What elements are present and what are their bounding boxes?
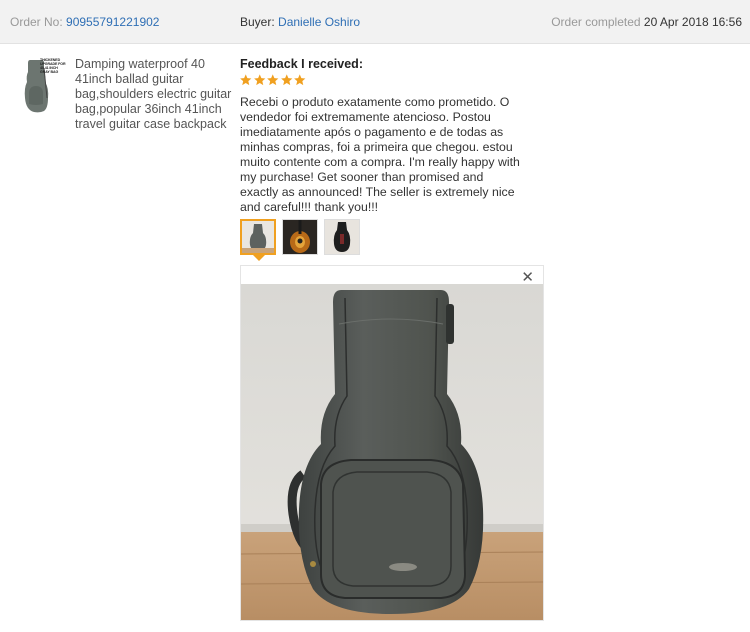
star-icon bbox=[240, 74, 252, 86]
order-number: Order No: 90955791221902 bbox=[10, 15, 159, 29]
buyer-label: Buyer: bbox=[240, 15, 275, 29]
selected-thumb-indicator bbox=[253, 255, 265, 261]
feedback-image-thumb-1[interactable] bbox=[240, 219, 276, 255]
product-title-link[interactable]: Damping waterproof 40 41inch ballad guit… bbox=[75, 57, 235, 132]
star-icon bbox=[294, 74, 306, 86]
product-thumbnail[interactable]: THICKENED UPGRADE FOR 40 41 INCH GRAY BA… bbox=[20, 58, 68, 114]
star-rating bbox=[239, 73, 307, 89]
completed-date: 20 Apr 2018 16:56 bbox=[643, 15, 742, 29]
star-icon bbox=[267, 74, 279, 86]
product-thumb-text: THICKENED UPGRADE FOR 40 41 INCH GRAY BA… bbox=[40, 58, 66, 74]
buyer-link[interactable]: Danielle Oshiro bbox=[278, 15, 360, 29]
feedback-text: Recebi o produto exatamente como prometi… bbox=[240, 95, 520, 214]
image-viewer: ✕ bbox=[240, 265, 544, 621]
feedback-heading: Feedback I received: bbox=[240, 57, 363, 71]
order-no-label: Order No: bbox=[10, 15, 63, 29]
completed-label: Order completed bbox=[551, 15, 641, 29]
star-icon bbox=[253, 74, 265, 86]
buyer-info: Buyer: Danielle Oshiro bbox=[240, 15, 360, 29]
feedback-image-thumb-3[interactable] bbox=[324, 219, 360, 255]
star-icon bbox=[280, 74, 292, 86]
feedback-image-thumb-2[interactable] bbox=[282, 219, 318, 255]
gray-guitar-bag-photo bbox=[241, 284, 543, 620]
order-no-link[interactable]: 90955791221902 bbox=[66, 15, 159, 29]
order-status: Order completed 20 Apr 2018 16:56 bbox=[551, 15, 742, 29]
feedback-image-thumbnails bbox=[240, 219, 360, 255]
order-header: Order No: 90955791221902 Buyer: Danielle… bbox=[0, 0, 750, 44]
